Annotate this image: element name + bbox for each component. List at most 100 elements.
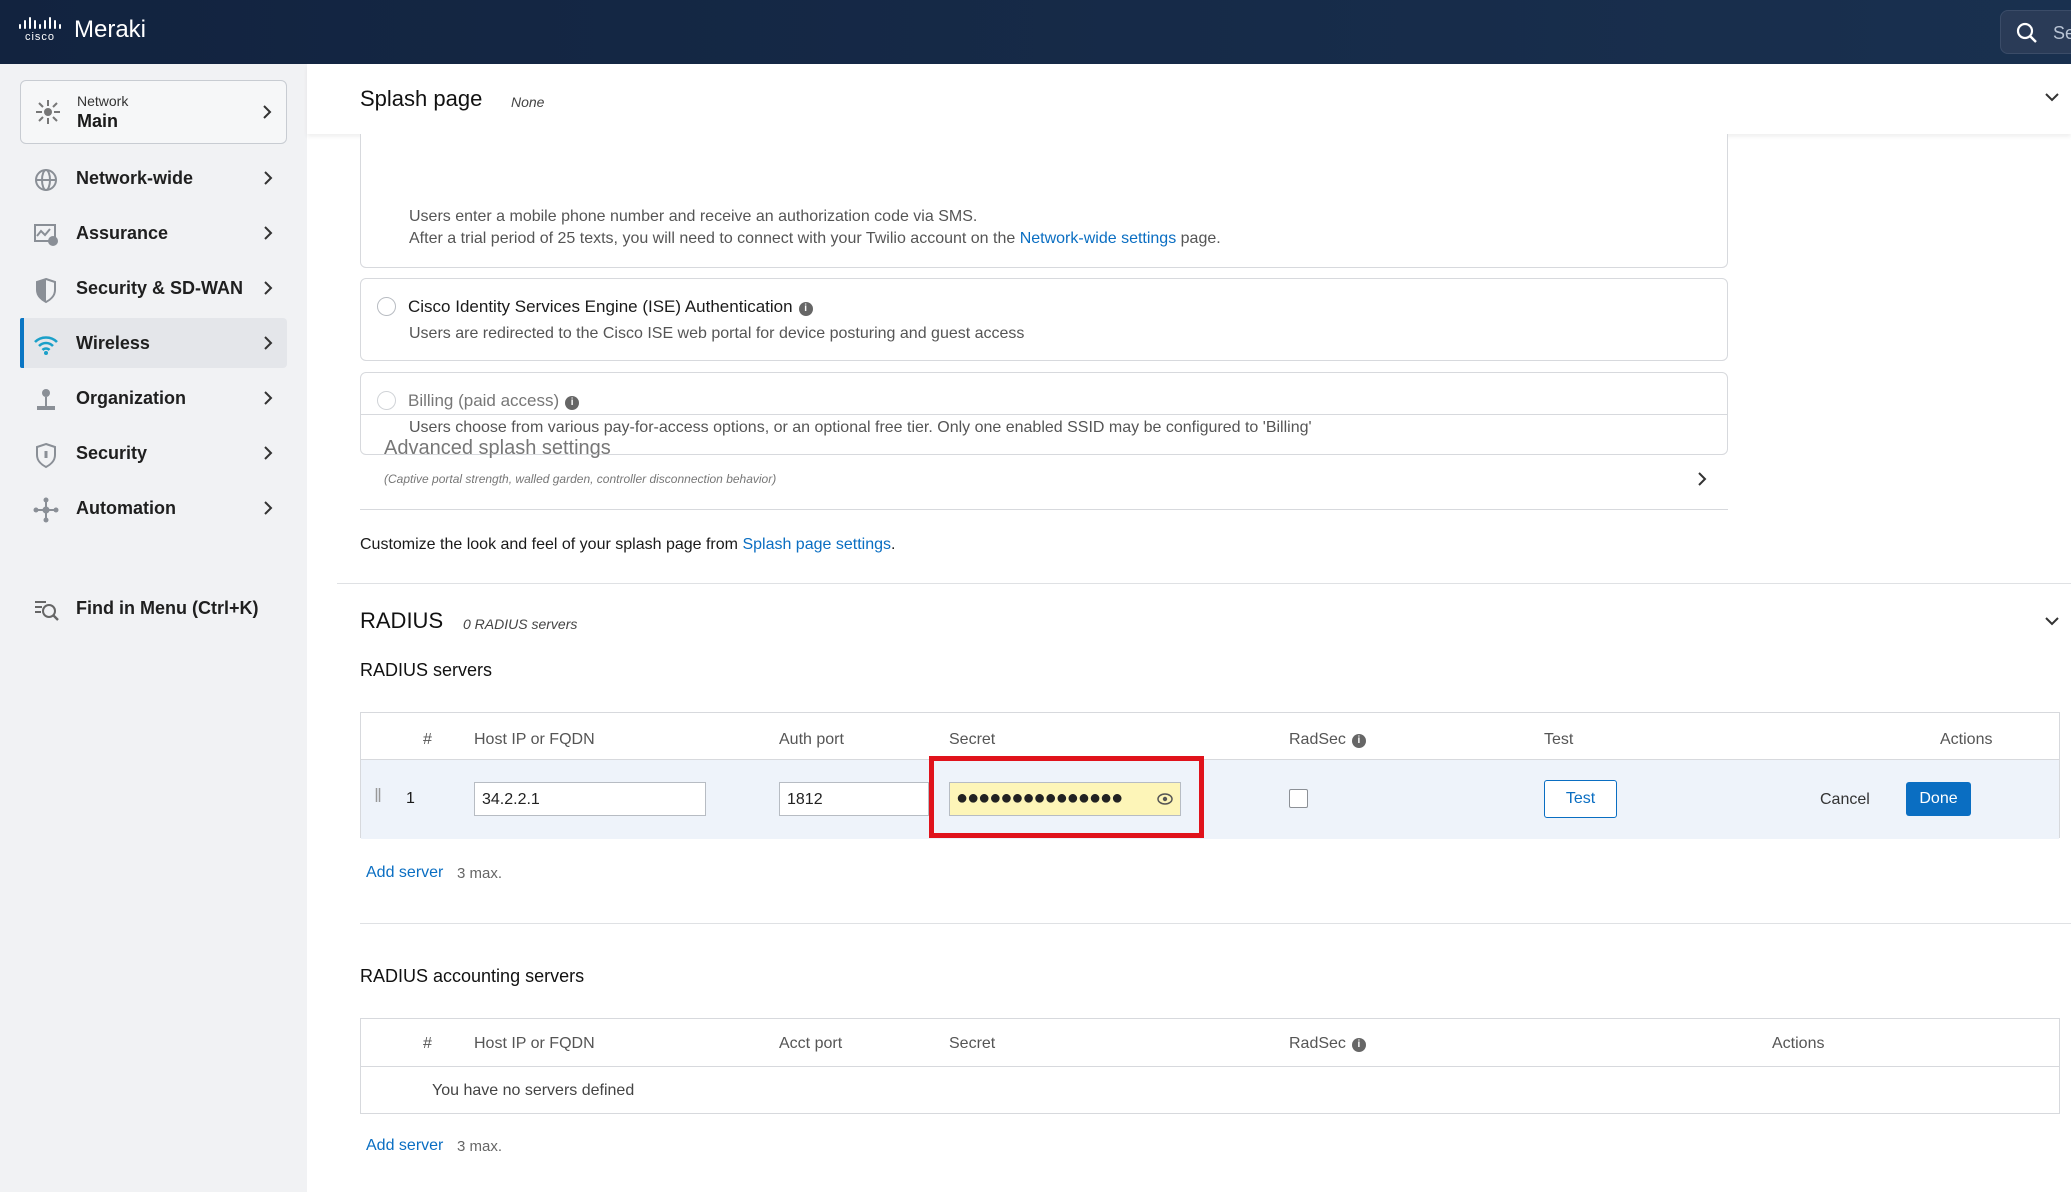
chevron-right-icon [1698, 472, 1707, 486]
row-number: 1 [406, 790, 415, 807]
sidebar-item-wireless[interactable]: Wireless [20, 318, 287, 368]
info-icon[interactable]: i [1351, 1038, 1366, 1052]
max-accounting-servers-note: 3 max. [457, 1138, 503, 1155]
sidebar-item-label: Network-wide [76, 168, 194, 188]
info-icon[interactable]: i [798, 302, 813, 316]
col-num: # [423, 731, 432, 748]
radius-subtitle: 0 RADIUS servers [463, 616, 578, 632]
chevron-right-icon [264, 226, 273, 240]
col-secret: Secret [949, 1035, 996, 1052]
chevron-right-icon [264, 171, 273, 185]
col-auth-port: Auth port [779, 731, 844, 748]
add-server-link[interactable]: Add server [366, 864, 443, 882]
automation-icon [32, 496, 60, 529]
sidebar-item-automation[interactable]: Automation [20, 483, 287, 533]
radius-accounting-heading: RADIUS accounting servers [360, 966, 585, 986]
customize-text: Customize the look and feel of your spla… [360, 536, 896, 553]
host-input[interactable]: 34.2.2.1 [474, 782, 706, 816]
global-search[interactable]: Se [2000, 10, 2071, 54]
organization-icon [32, 386, 60, 419]
wifi-icon [32, 331, 60, 364]
ise-option[interactable]: Cisco Identity Services Engine (ISE) Aut… [360, 278, 1728, 361]
sms-description: Users enter a mobile phone number and re… [409, 208, 978, 225]
network-wide-settings-link[interactable]: Network-wide settings [1020, 230, 1177, 247]
brand[interactable]: cisco Meraki [18, 16, 146, 44]
test-button[interactable]: Test [1544, 780, 1617, 818]
splash-subtitle: None [511, 94, 545, 110]
col-host: Host IP or FQDN [474, 1035, 595, 1052]
max-servers-note: 3 max. [457, 865, 503, 882]
splash-title: Splash page [360, 86, 483, 111]
network-label: Network [77, 93, 129, 109]
advanced-title: Advanced splash settings [384, 437, 611, 459]
search-placeholder: Se [2053, 23, 2071, 43]
row-divider [361, 1066, 2059, 1067]
chevron-right-icon [264, 501, 273, 515]
find-in-menu-label: Find in Menu (Ctrl+K) [76, 598, 259, 618]
secret-input[interactable]: ●●●●●●●●●●●●●●● [949, 782, 1181, 816]
col-secret: Secret [949, 731, 996, 748]
sidebar-item-label: Wireless [76, 333, 150, 353]
col-actions: Actions [1940, 731, 1993, 748]
empty-state: You have no servers defined [432, 1082, 635, 1099]
col-host: Host IP or FQDN [474, 731, 595, 748]
sidebar-item-assurance[interactable]: Assurance [20, 208, 287, 258]
billing-radio[interactable] [377, 391, 396, 410]
sidebar-item-label: Organization [76, 388, 187, 408]
drag-handle-icon[interactable] [375, 788, 381, 802]
chevron-down-icon[interactable] [2044, 92, 2060, 102]
radsec-checkbox[interactable] [1289, 789, 1308, 808]
advanced-subtitle: (Captive portal strength, walled garden,… [384, 472, 777, 486]
cancel-button[interactable]: Cancel [1820, 791, 1870, 809]
col-acct-port: Acct port [779, 1035, 843, 1052]
chevron-right-icon [264, 391, 273, 405]
network-wide-icon [32, 166, 60, 199]
ise-description: Users are redirected to the Cisco ISE we… [409, 325, 1025, 342]
col-test: Test [1544, 731, 1574, 748]
col-actions: Actions [1772, 1035, 1825, 1052]
network-selector[interactable]: Network Main [20, 80, 287, 144]
eye-icon[interactable] [1157, 793, 1173, 805]
radius-title: RADIUS [360, 608, 444, 633]
brand-name: Meraki [74, 16, 147, 43]
sidebar-item-security[interactable]: Security [20, 428, 287, 478]
assurance-icon [32, 221, 60, 254]
radius-servers-heading: RADIUS servers [360, 660, 493, 680]
sidebar: Network Main Network-wide Assurance Secu… [0, 64, 307, 1192]
sidebar-item-label: Assurance [76, 223, 169, 243]
sms-option[interactable]: Users enter a mobile phone number and re… [360, 134, 1728, 268]
chevron-right-icon [264, 281, 273, 295]
billing-title: Billing (paid access) i [408, 391, 580, 411]
shield-icon [32, 441, 60, 474]
col-radsec: RadSec i [1289, 731, 1366, 749]
info-icon[interactable]: i [1351, 734, 1366, 748]
sidebar-item-security-sdwan[interactable]: Security & SD-WAN [20, 263, 287, 313]
main-content: Splash page None Users enter a mobile ph… [307, 64, 2071, 1192]
cisco-wordmark: cisco [24, 31, 56, 43]
sidebar-item-label: Security & SD-WAN [76, 278, 244, 298]
sidebar-item-network-wide[interactable]: Network-wide [20, 153, 287, 203]
network-value: Main [77, 111, 119, 131]
search-icon [2016, 22, 2037, 43]
sidebar-item-organization[interactable]: Organization [20, 373, 287, 423]
radius-accounting-table: # Host IP or FQDN Acct port Secret RadSe… [360, 1018, 2060, 1114]
done-button[interactable]: Done [1906, 782, 1971, 816]
ise-title: Cisco Identity Services Engine (ISE) Aut… [408, 297, 813, 317]
sms-description-2: After a trial period of 25 texts, you wi… [409, 230, 1221, 247]
chevron-right-icon [263, 105, 272, 119]
splash-header[interactable]: Splash page None [307, 64, 2071, 134]
radius-servers-table: # Host IP or FQDN Auth port Secret RadSe… [360, 712, 2060, 839]
col-num: # [423, 1035, 432, 1052]
shield-half-icon [32, 276, 60, 309]
auth-port-input[interactable]: 1812 [779, 782, 929, 816]
chevron-right-icon [264, 336, 273, 350]
ise-radio[interactable] [377, 297, 396, 316]
find-in-menu[interactable]: Find in Menu (Ctrl+K) [20, 583, 287, 633]
add-accounting-server-link[interactable]: Add server [366, 1137, 443, 1155]
chevron-down-icon[interactable] [2044, 616, 2060, 626]
menu-search-icon [32, 596, 60, 629]
info-icon[interactable]: i [565, 396, 580, 410]
splash-page-settings-link[interactable]: Splash page settings [742, 536, 891, 553]
col-radsec: RadSec i [1289, 1035, 1366, 1053]
advanced-splash-settings[interactable]: Advanced splash settings (Captive portal… [360, 414, 1728, 510]
